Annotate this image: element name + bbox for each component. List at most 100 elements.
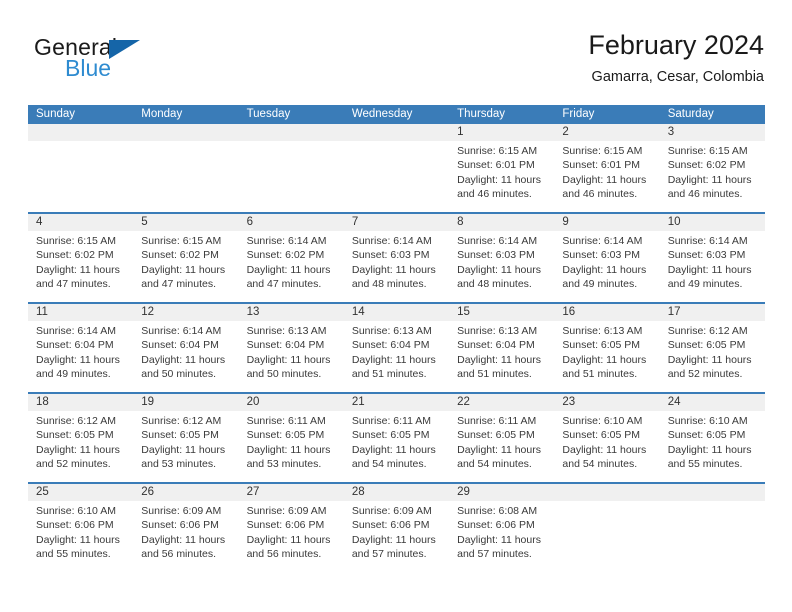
day-info-line: Sunrise: 6:14 AM xyxy=(141,325,222,337)
day-cell[interactable]: Sunrise: 6:14 AM Sunset: 6:04 PM Daylight:… xyxy=(28,321,133,392)
day-info-line: Daylight: 11 hours xyxy=(141,353,226,366)
day-cell[interactable]: Sunrise: 6:10 AM Sunset: 6:05 PM Daylight:… xyxy=(660,411,765,482)
day-number[interactable]: 19 xyxy=(133,394,238,411)
day-number[interactable]: 10 xyxy=(660,214,765,231)
day-number[interactable]: 4 xyxy=(28,214,133,231)
day-number[interactable]: 2 xyxy=(554,124,659,141)
weekday-header-row: Sunday Monday Tuesday Wednesday Thursday Frid… xyxy=(28,105,765,124)
day-number[interactable]: 27 xyxy=(239,484,344,501)
day-number[interactable]: 14 xyxy=(344,304,449,321)
day-number[interactable]: 15 xyxy=(449,304,554,321)
day-cell[interactable]: Sunrise: 6:15 AM Sunset: 6:01 PM Daylight:… xyxy=(554,141,659,212)
day-cell[interactable]: Sunrise: 6:15 AM Sunset: 6:02 PM Daylight:… xyxy=(133,231,238,302)
day-number[interactable]: 7 xyxy=(344,214,449,231)
day-cell[interactable]: Sunrise: 6:09 AM Sunset: 6:06 PM Daylight:… xyxy=(239,501,344,572)
day-cell[interactable]: Sunrise: 6:08 AM Sunset: 6:06 PM Daylight:… xyxy=(449,501,554,572)
day-info-line: Sunrise: 6:15 AM xyxy=(457,145,538,157)
weekday-header-friday: Friday xyxy=(562,108,595,120)
day-number[interactable]: 5 xyxy=(133,214,238,231)
day-number[interactable]: 26 xyxy=(133,484,238,501)
day-info-line: Sunset: 6:01 PM xyxy=(562,159,641,172)
day-info-line: Daylight: 11 hours xyxy=(246,263,331,276)
day-number[interactable]: 23 xyxy=(554,394,659,411)
day-cell[interactable]: Sunrise: 6:14 AM Sunset: 6:03 PM Daylight:… xyxy=(344,231,449,302)
day-detail-row: Sunrise: 6:15 AM Sunset: 6:01 PM Daylight:… xyxy=(28,141,765,212)
day-number[interactable]: 28 xyxy=(344,484,449,501)
day-info-line: Sunrise: 6:09 AM xyxy=(351,505,432,517)
day-number[interactable]: 13 xyxy=(239,304,344,321)
day-cell[interactable]: Sunrise: 6:11 AM Sunset: 6:05 PM Daylight:… xyxy=(239,411,344,482)
day-info-line: Sunrise: 6:15 AM xyxy=(562,145,643,157)
day-number[interactable]: 6 xyxy=(239,214,344,231)
day-cell[interactable]: Sunrise: 6:12 AM Sunset: 6:05 PM Daylight:… xyxy=(133,411,238,482)
day-number[interactable]: 22 xyxy=(449,394,554,411)
day-info-line: Sunset: 6:05 PM xyxy=(667,339,746,352)
day-number-empty xyxy=(28,124,133,141)
day-info-line: Sunrise: 6:09 AM xyxy=(141,505,222,517)
day-info-line: Sunrise: 6:12 AM xyxy=(141,415,222,427)
day-cell[interactable]: Sunrise: 6:09 AM Sunset: 6:06 PM Daylight:… xyxy=(133,501,238,572)
day-cell-empty xyxy=(28,141,133,212)
title-block: February 2024 Gamarra, Cesar, Colombia xyxy=(588,28,764,88)
day-info-line: and 55 minutes. xyxy=(36,548,111,561)
day-number[interactable]: 3 xyxy=(660,124,765,141)
day-cell[interactable]: Sunrise: 6:09 AM Sunset: 6:06 PM Daylight:… xyxy=(344,501,449,572)
day-number[interactable]: 18 xyxy=(28,394,133,411)
day-cell[interactable]: Sunrise: 6:13 AM Sunset: 6:04 PM Daylight:… xyxy=(239,321,344,392)
day-info-line: Sunset: 6:03 PM xyxy=(351,249,430,262)
day-info-line: Sunset: 6:02 PM xyxy=(246,249,325,262)
day-info-line: and 57 minutes. xyxy=(457,548,532,561)
day-info-line: Daylight: 11 hours xyxy=(36,353,120,366)
day-info-line: and 52 minutes. xyxy=(667,368,743,381)
day-cell[interactable]: Sunrise: 6:14 AM Sunset: 6:02 PM Daylight:… xyxy=(239,231,344,302)
day-info-line: Sunset: 6:05 PM xyxy=(351,429,430,442)
logo-triangle-icon xyxy=(109,40,140,59)
day-cell[interactable]: Sunrise: 6:14 AM Sunset: 6:03 PM Daylight:… xyxy=(660,231,765,302)
day-number[interactable]: 24 xyxy=(660,394,765,411)
day-number[interactable]: 16 xyxy=(554,304,659,321)
day-number[interactable]: 25 xyxy=(28,484,133,501)
day-number[interactable]: 11 xyxy=(28,304,133,321)
calendar-week-row: 4 5 6 7 8 9 10 Sunrise: 6:15 AM Sunset: 6:02 PM D… xyxy=(28,212,765,302)
day-number[interactable]: 17 xyxy=(660,304,765,321)
day-cell[interactable]: Sunrise: 6:15 AM Sunset: 6:01 PM Daylight:… xyxy=(449,141,554,212)
day-cell[interactable]: Sunrise: 6:12 AM Sunset: 6:05 PM Daylight:… xyxy=(28,411,133,482)
day-number-empty xyxy=(554,484,659,501)
day-cell[interactable]: Sunrise: 6:10 AM Sunset: 6:05 PM Daylight:… xyxy=(554,411,659,482)
day-number-empty xyxy=(344,124,449,141)
day-info-line: Sunset: 6:06 PM xyxy=(246,519,325,532)
day-number[interactable]: 20 xyxy=(239,394,344,411)
day-number-empty xyxy=(239,124,344,141)
weekday-header-tuesday: Tuesday xyxy=(246,108,291,120)
day-info-line: and 46 minutes. xyxy=(667,188,743,201)
day-number[interactable]: 8 xyxy=(449,214,554,231)
day-info-line: Sunrise: 6:11 AM xyxy=(457,415,537,427)
day-cell[interactable]: Sunrise: 6:13 AM Sunset: 6:05 PM Daylight:… xyxy=(554,321,659,392)
day-cell[interactable]: Sunrise: 6:11 AM Sunset: 6:05 PM Daylight:… xyxy=(449,411,554,482)
day-info-line: Sunset: 6:06 PM xyxy=(457,519,535,532)
day-info-line: Daylight: 11 hours xyxy=(141,443,226,456)
day-number[interactable]: 9 xyxy=(554,214,659,231)
day-cell[interactable]: Sunrise: 6:15 AM Sunset: 6:02 PM Daylight:… xyxy=(660,141,765,212)
day-info-line: Daylight: 11 hours xyxy=(562,353,647,366)
day-cell[interactable]: Sunrise: 6:14 AM Sunset: 6:03 PM Daylight:… xyxy=(449,231,554,302)
day-info-line: Sunrise: 6:11 AM xyxy=(246,415,326,427)
day-cell[interactable]: Sunrise: 6:13 AM Sunset: 6:04 PM Daylight:… xyxy=(344,321,449,392)
day-cell[interactable]: Sunrise: 6:13 AM Sunset: 6:04 PM Daylight:… xyxy=(449,321,554,392)
day-number[interactable]: 12 xyxy=(133,304,238,321)
day-info-line: Sunset: 6:04 PM xyxy=(246,339,325,352)
day-cell[interactable]: Sunrise: 6:15 AM Sunset: 6:02 PM Daylight:… xyxy=(28,231,133,302)
day-info-line: Sunrise: 6:10 AM xyxy=(36,505,116,517)
day-cell[interactable]: Sunrise: 6:10 AM Sunset: 6:06 PM Daylight:… xyxy=(28,501,133,572)
day-cell[interactable]: Sunrise: 6:14 AM Sunset: 6:04 PM Daylight:… xyxy=(133,321,238,392)
day-cell[interactable]: Sunrise: 6:11 AM Sunset: 6:05 PM Daylight:… xyxy=(344,411,449,482)
date-number-row: 4 5 6 7 8 9 10 xyxy=(28,214,765,231)
day-number[interactable]: 1 xyxy=(449,124,554,141)
day-info-line: Sunrise: 6:14 AM xyxy=(351,235,432,247)
day-cell[interactable]: Sunrise: 6:12 AM Sunset: 6:05 PM Daylight:… xyxy=(660,321,765,392)
day-cell[interactable]: Sunrise: 6:14 AM Sunset: 6:03 PM Daylight:… xyxy=(554,231,659,302)
day-number[interactable]: 21 xyxy=(344,394,449,411)
logo-text-blue: Blue xyxy=(65,55,112,81)
date-number-row: 11 12 13 14 15 16 17 xyxy=(28,304,765,321)
day-number[interactable]: 29 xyxy=(449,484,554,501)
